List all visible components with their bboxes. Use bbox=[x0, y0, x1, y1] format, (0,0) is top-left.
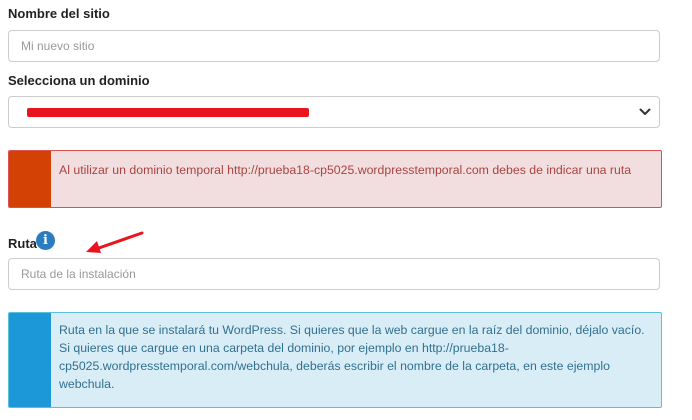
domain-label: Selecciona un dominio bbox=[8, 73, 150, 88]
red-arrow-annotation bbox=[86, 231, 144, 253]
warning-alert: Al utilizar un dominio temporal http://p… bbox=[8, 150, 662, 208]
redacted-domain-value bbox=[27, 108, 309, 117]
info-alert-bar bbox=[9, 313, 51, 407]
site-name-label: Nombre del sitio bbox=[8, 6, 110, 21]
path-input[interactable] bbox=[8, 258, 660, 290]
info-icon[interactable]: i bbox=[36, 231, 55, 250]
path-label: Ruta bbox=[8, 236, 37, 251]
warning-alert-bar bbox=[9, 151, 51, 207]
site-name-input[interactable] bbox=[8, 30, 660, 62]
info-alert-text: Ruta en la que se instalará tu WordPress… bbox=[59, 323, 645, 391]
domain-select[interactable] bbox=[8, 96, 660, 128]
warning-alert-text: Al utilizar un dominio temporal http://p… bbox=[59, 163, 632, 177]
chevron-down-icon bbox=[639, 108, 651, 115]
info-alert: Ruta en la que se instalará tu WordPress… bbox=[8, 312, 662, 408]
